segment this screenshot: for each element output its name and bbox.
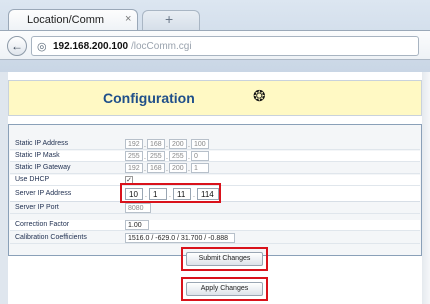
static-mask-octet-4[interactable]: 0	[191, 151, 209, 161]
static-mask-octet-3[interactable]: 255	[169, 151, 187, 161]
browser-toolbar: ← ◎ 192.168.200.100 /locComm.cgi	[0, 30, 430, 60]
static-mask-octet-1[interactable]: 255	[125, 151, 143, 161]
row-server-port: Server IP Port 8080	[10, 203, 420, 214]
server-ip-highlight	[120, 183, 221, 203]
row-static-ip: Static IP Address 192 . 168 . 200 . 100	[10, 139, 420, 150]
tab-close-icon[interactable]: ×	[125, 13, 131, 25]
plus-icon: +	[165, 11, 174, 27]
correction-label: Correction Factor	[15, 221, 70, 228]
static-ip-label: Static IP Address	[15, 140, 69, 147]
calibration-input[interactable]: 1516.0 / -629.0 / 31.700 / -0.888	[125, 233, 235, 243]
logo-icon: ❂	[253, 88, 266, 105]
tab-title: Location/Comm	[27, 14, 105, 26]
row-correction: Correction Factor 1.00	[10, 220, 420, 231]
url-path: /locComm.cgi	[131, 41, 192, 52]
static-mask-octet-2[interactable]: 255	[147, 151, 165, 161]
static-gateway-octet-4[interactable]: 1	[191, 163, 209, 173]
static-gateway-label: Static IP Gateway	[15, 164, 71, 171]
static-mask-label: Static IP Mask	[15, 152, 60, 159]
browser-chrome: Location/Comm × + ← ◎ 192.168.200.100 /l…	[0, 0, 430, 72]
static-gateway-octet-1[interactable]: 192	[125, 163, 143, 173]
correction-input[interactable]: 1.00	[125, 220, 149, 230]
static-gateway-octet-3[interactable]: 200	[169, 163, 187, 173]
address-bar[interactable]: ◎ 192.168.200.100 /locComm.cgi	[31, 36, 419, 56]
static-ip-octet-1[interactable]: 192	[125, 139, 143, 149]
page-title: Configuration	[103, 90, 195, 106]
page-content: Configuration ❂ Static IP Address 192 . …	[8, 72, 422, 304]
static-ip-octet-4[interactable]: 100	[191, 139, 209, 149]
url-host: 192.168.200.100	[53, 41, 129, 52]
submit-changes-button[interactable]: Submit Changes	[186, 252, 263, 266]
use-dhcp-label: Use DHCP	[15, 176, 50, 183]
static-gateway-octet-2[interactable]: 168	[147, 163, 165, 173]
static-ip-octet-2[interactable]: 168	[147, 139, 165, 149]
static-ip-octet-3[interactable]: 200	[169, 139, 187, 149]
scrollbar[interactable]	[422, 72, 430, 304]
back-button[interactable]: ←	[7, 36, 27, 56]
row-static-gateway: Static IP Gateway 192 . 168 . 200 . 1	[10, 163, 420, 174]
new-tab-button[interactable]: +	[142, 10, 200, 30]
server-port-input[interactable]: 8080	[125, 203, 151, 213]
server-port-label: Server IP Port	[15, 204, 59, 211]
browser-tab[interactable]: Location/Comm ×	[8, 9, 138, 31]
row-static-mask: Static IP Mask 255 . 255 . 255 . 0	[10, 151, 420, 162]
apply-changes-button[interactable]: Apply Changes	[186, 282, 263, 296]
row-calibration: Calibration Coefficients 1516.0 / -629.0…	[10, 233, 420, 244]
globe-icon: ◎	[37, 41, 47, 53]
config-header: Configuration ❂	[8, 80, 422, 116]
calibration-label: Calibration Coefficients	[15, 234, 87, 241]
server-ip-label: Server IP Address	[15, 190, 72, 197]
